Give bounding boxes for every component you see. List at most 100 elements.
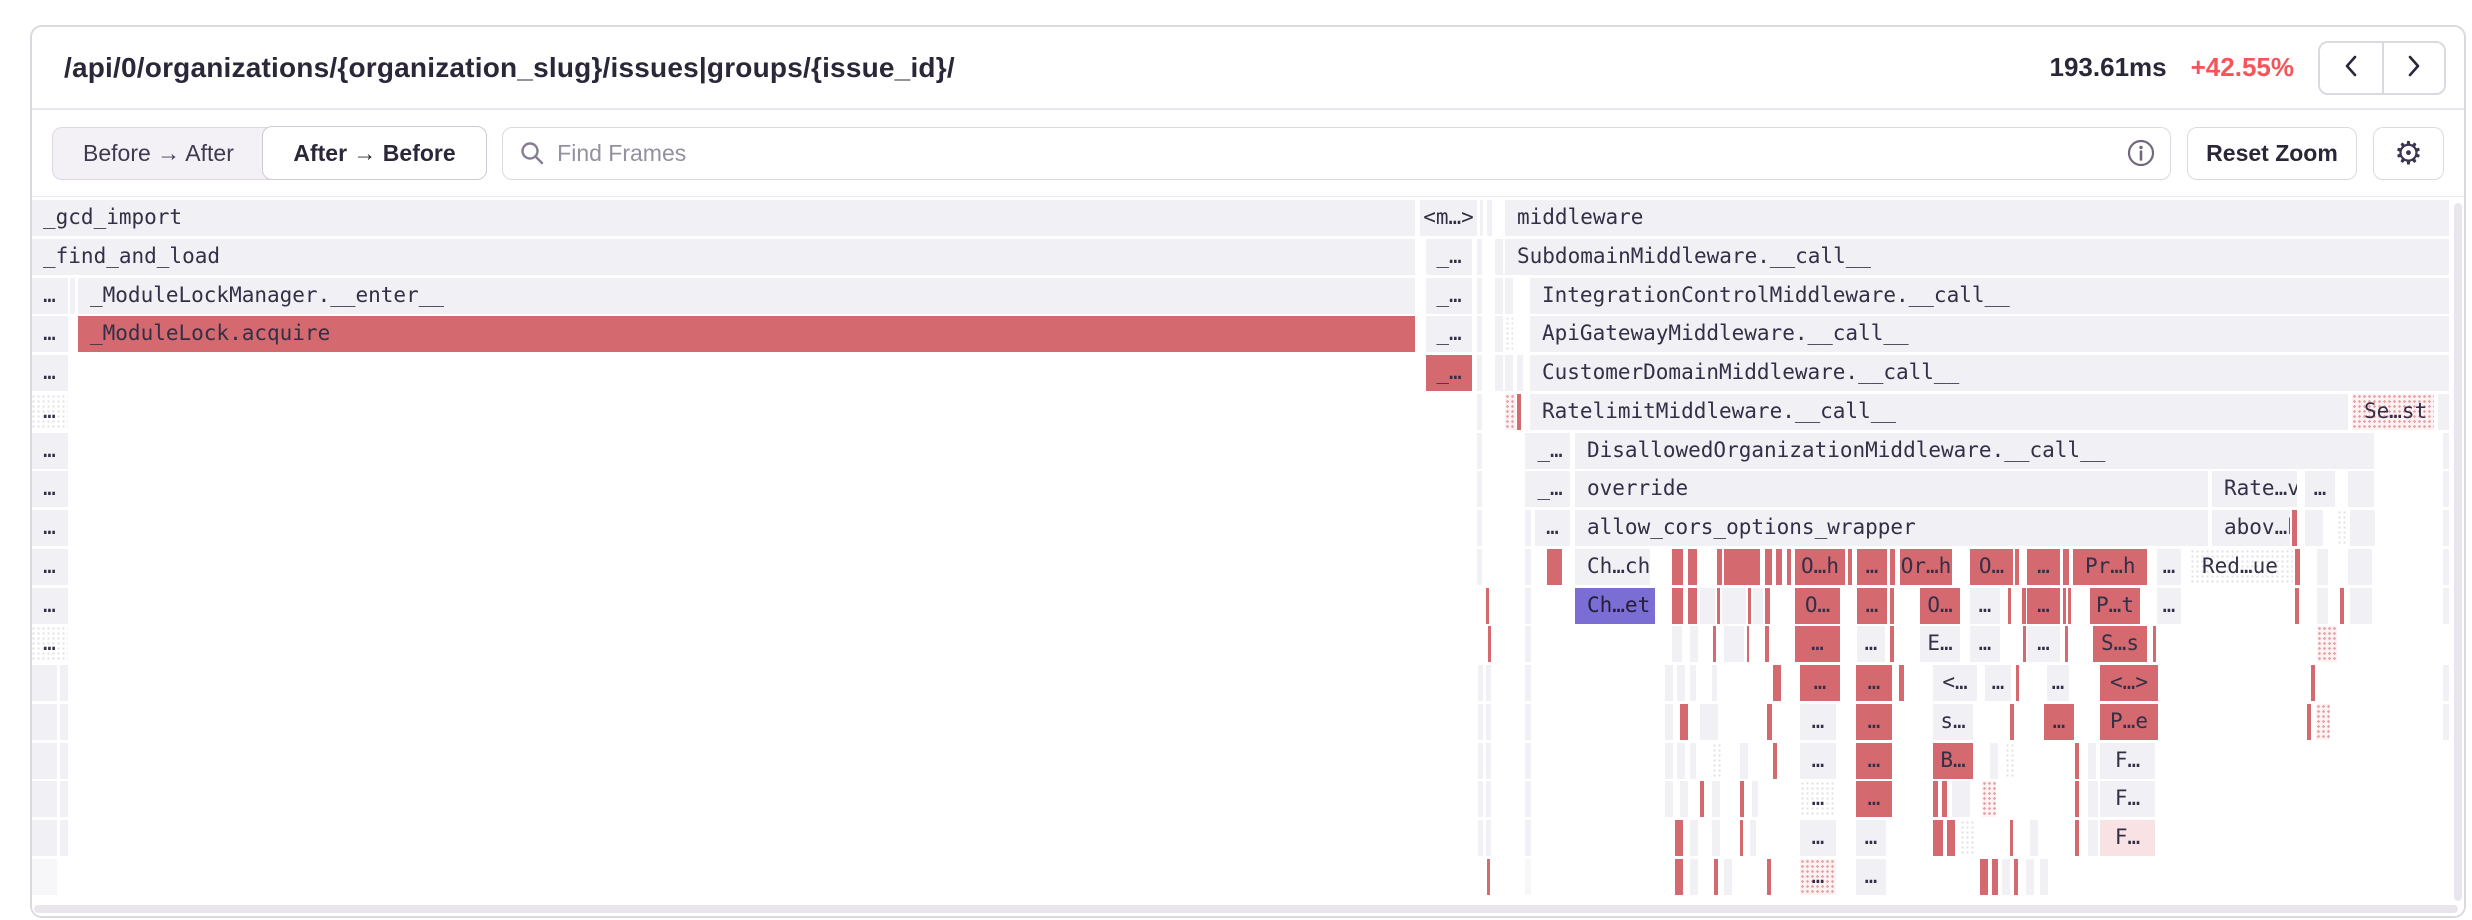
flame-cell[interactable]: P…t	[2090, 588, 2140, 624]
flame-cell[interactable]: override	[1575, 471, 2208, 507]
flame-cell[interactable]	[1933, 820, 1943, 856]
flame-cell[interactable]	[1740, 820, 1743, 856]
flame-cell[interactable]	[1525, 704, 1531, 740]
flame-cell[interactable]: …	[31, 278, 68, 314]
flame-cell[interactable]: …	[31, 316, 68, 352]
flame-cell[interactable]: …	[1535, 510, 1570, 546]
flame-cell[interactable]	[2075, 820, 2079, 856]
flame-cell[interactable]: _ModuleLockManager.__enter__	[78, 278, 1415, 314]
flame-cell[interactable]	[1525, 743, 1531, 779]
flame-cell[interactable]: ApiGatewayMiddleware.__call__	[1530, 316, 2449, 352]
flame-cell[interactable]: <m…>	[1420, 200, 1477, 236]
flame-cell[interactable]	[1717, 588, 1720, 624]
flame-cell[interactable]	[1700, 781, 1704, 817]
flame-cell[interactable]	[1525, 820, 1531, 856]
horizontal-scrollbar[interactable]	[34, 905, 2458, 913]
flame-cell[interactable]	[1740, 781, 1744, 817]
flame-cell[interactable]: F…	[2100, 820, 2155, 856]
flame-cell[interactable]	[2002, 859, 2010, 895]
flame-cell[interactable]	[1672, 588, 1683, 624]
settings-button[interactable]: ⚙	[2373, 127, 2444, 180]
flame-cell[interactable]: …	[31, 510, 68, 546]
flame-cell[interactable]	[1724, 549, 1760, 585]
flame-cell[interactable]: …	[2027, 626, 2060, 662]
flame-cell[interactable]	[2075, 781, 2079, 817]
flame-cell[interactable]	[1680, 781, 1688, 817]
flame-cell[interactable]	[1517, 355, 1523, 391]
flame-cell[interactable]	[1477, 510, 1482, 546]
flame-cell[interactable]	[1486, 588, 1489, 624]
flame-cell[interactable]	[1487, 859, 1490, 895]
flame-cell[interactable]	[2305, 510, 2323, 546]
flame-cell[interactable]	[1722, 588, 1746, 624]
flame-cell[interactable]	[2063, 588, 2066, 624]
flame-cell[interactable]: …	[1985, 665, 2011, 701]
flame-cell[interactable]	[1688, 549, 1697, 585]
flame-cell[interactable]: Or…h	[1900, 549, 1952, 585]
flame-cell[interactable]	[1767, 704, 1772, 740]
flame-cell[interactable]	[2317, 588, 2328, 624]
flame-cell[interactable]: F…	[2100, 743, 2155, 779]
next-button[interactable]	[2382, 43, 2444, 93]
flame-cell[interactable]: RatelimitMiddleware.__call__	[1530, 394, 2348, 430]
flame-cell[interactable]	[1665, 781, 1673, 817]
flame-cell[interactable]: <…>	[2100, 665, 2158, 701]
flame-cell[interactable]: …	[1856, 820, 1886, 856]
flame-cell[interactable]	[1712, 665, 1717, 701]
flame-cell[interactable]	[2016, 665, 2019, 701]
flame-cell[interactable]	[1765, 626, 1769, 662]
flame-cell[interactable]	[1773, 665, 1781, 701]
flame-cell[interactable]: _…	[1530, 433, 1570, 469]
flame-cell[interactable]	[1478, 781, 1483, 817]
flame-cell[interactable]: _gcd_import	[31, 200, 1415, 236]
flame-cell[interactable]: _…	[1426, 278, 1472, 314]
flame-cell[interactable]: …	[31, 355, 68, 391]
flame-cell[interactable]: …	[31, 588, 68, 624]
flame-cell[interactable]	[60, 781, 68, 817]
flame-cell[interactable]: …	[2157, 549, 2181, 585]
flame-cell[interactable]: s…	[1933, 704, 1973, 740]
flame-cell[interactable]	[1690, 743, 1696, 779]
flame-cell[interactable]	[2023, 626, 2026, 662]
flame-cell[interactable]	[2350, 510, 2375, 546]
flame-cell[interactable]: …	[1857, 626, 1885, 662]
flame-cell[interactable]	[1495, 239, 1503, 275]
flame-cell[interactable]: …	[1970, 626, 2000, 662]
flame-cell[interactable]	[1740, 743, 1748, 779]
flame-cell[interactable]: O…	[1970, 549, 2013, 585]
flame-cell[interactable]: …	[1800, 704, 1836, 740]
flame-cell[interactable]	[2014, 859, 2018, 895]
flame-cell[interactable]	[1690, 665, 1696, 701]
flame-cell[interactable]	[2443, 549, 2449, 585]
flame-cell[interactable]	[1517, 394, 1521, 430]
flame-cell[interactable]: …	[1856, 704, 1892, 740]
flame-cell[interactable]	[1980, 859, 1988, 895]
flame-cell[interactable]	[1477, 239, 1482, 275]
flame-cell[interactable]	[1486, 820, 1491, 856]
flame-cell[interactable]	[2026, 859, 2034, 895]
flame-cell[interactable]	[31, 820, 57, 856]
flame-cell[interactable]	[2005, 743, 2015, 779]
flame-cell[interactable]: <…	[1933, 665, 1977, 701]
flame-cell[interactable]	[2088, 781, 2098, 817]
flame-cell[interactable]	[60, 704, 68, 740]
flame-cell[interactable]	[1747, 626, 1749, 662]
flame-cell[interactable]	[1724, 859, 1732, 895]
flame-cell[interactable]	[2443, 510, 2449, 546]
flame-cell[interactable]	[1776, 549, 1782, 585]
flame-cell[interactable]	[2010, 704, 2014, 740]
flame-cell[interactable]: …	[2027, 588, 2060, 624]
flame-cell[interactable]	[1712, 781, 1720, 817]
flame-cell[interactable]: DisallowedOrganizationMiddleware.__call_…	[1575, 433, 2348, 469]
find-frames-input[interactable]: Find Frames	[502, 127, 2171, 180]
flame-cell[interactable]: O…	[1920, 588, 1960, 624]
flame-cell[interactable]	[1680, 704, 1688, 740]
flame-cell[interactable]	[2337, 510, 2347, 546]
flame-cell[interactable]	[2348, 549, 2372, 585]
flame-cell[interactable]	[1547, 549, 1562, 585]
flame-cell[interactable]	[1992, 859, 1998, 895]
flame-cell[interactable]	[1724, 626, 1744, 662]
flame-cell[interactable]	[2292, 510, 2297, 546]
flame-cell[interactable]	[1947, 820, 1955, 856]
flame-cell[interactable]	[2317, 549, 2328, 585]
